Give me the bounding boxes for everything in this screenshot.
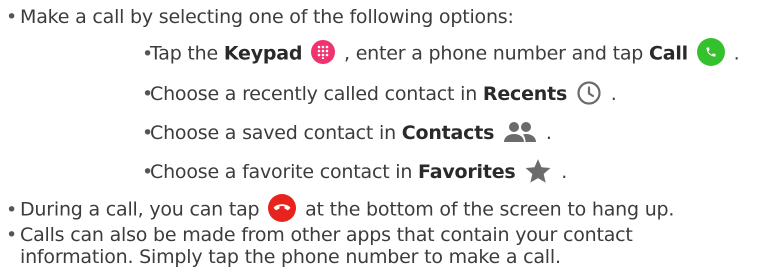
sub-item-contacts: •Choose a saved contact in Contacts .: [142, 120, 552, 146]
call-label: Call: [648, 42, 688, 65]
bullet-marker: •: [6, 224, 18, 246]
sub-item-suffix: .: [610, 83, 617, 105]
bullet-text: During a call, you can tap: [20, 198, 260, 221]
favorites-label: Favorites: [418, 161, 516, 183]
sub-item-prefix: Choose a saved contact in: [150, 122, 396, 144]
sub-item-keypad: •Tap the Keypad , enter a phone number a…: [142, 38, 740, 68]
sub-item-middle: , enter a phone number and tap: [344, 42, 644, 65]
star-icon: [524, 158, 552, 184]
bullet-continuation: information. Simply tap the phone number…: [20, 244, 561, 270]
sub-item-prefix: Choose a recently called contact in: [150, 83, 478, 105]
bullet-text: Make a call by selecting one of the foll…: [20, 6, 514, 28]
contacts-label: Contacts: [401, 122, 495, 144]
bullet-item: • During a call, you can tap at the botto…: [6, 194, 675, 224]
phone-icon: [696, 38, 725, 66]
bullet-item: • Make a call by selecting one of the fol…: [6, 4, 514, 30]
recents-label: Recents: [482, 83, 568, 105]
sub-item-suffix: .: [545, 122, 552, 144]
sub-item-suffix: .: [733, 42, 740, 65]
bullet-marker: •: [142, 122, 154, 144]
sub-item-recents: •Choose a recently called contact in Rec…: [142, 80, 617, 108]
bullet-text-after: at the bottom of the screen to hang up.: [305, 198, 675, 221]
bullet-marker: •: [6, 6, 18, 28]
sub-item-prefix: Choose a favorite contact in: [150, 161, 413, 183]
bullet-marker: •: [142, 42, 154, 65]
bullet-text-line1: Calls can also be made from other apps t…: [20, 224, 633, 246]
sub-item-prefix: Tap the: [150, 42, 218, 65]
sub-item-suffix: .: [561, 161, 568, 183]
sub-item-favorites: •Choose a favorite contact in Favorites …: [142, 158, 568, 186]
bullet-marker: •: [142, 83, 154, 105]
clock-icon: [576, 80, 602, 106]
bullet-marker: •: [6, 198, 18, 221]
people-icon: [503, 121, 537, 143]
hang-up-icon: [268, 194, 297, 222]
bullet-marker: •: [142, 161, 154, 183]
keypad-label: Keypad: [223, 42, 303, 65]
bullet-text-line2: information. Simply tap the phone number…: [20, 246, 561, 268]
dialpad-icon: [311, 40, 336, 64]
